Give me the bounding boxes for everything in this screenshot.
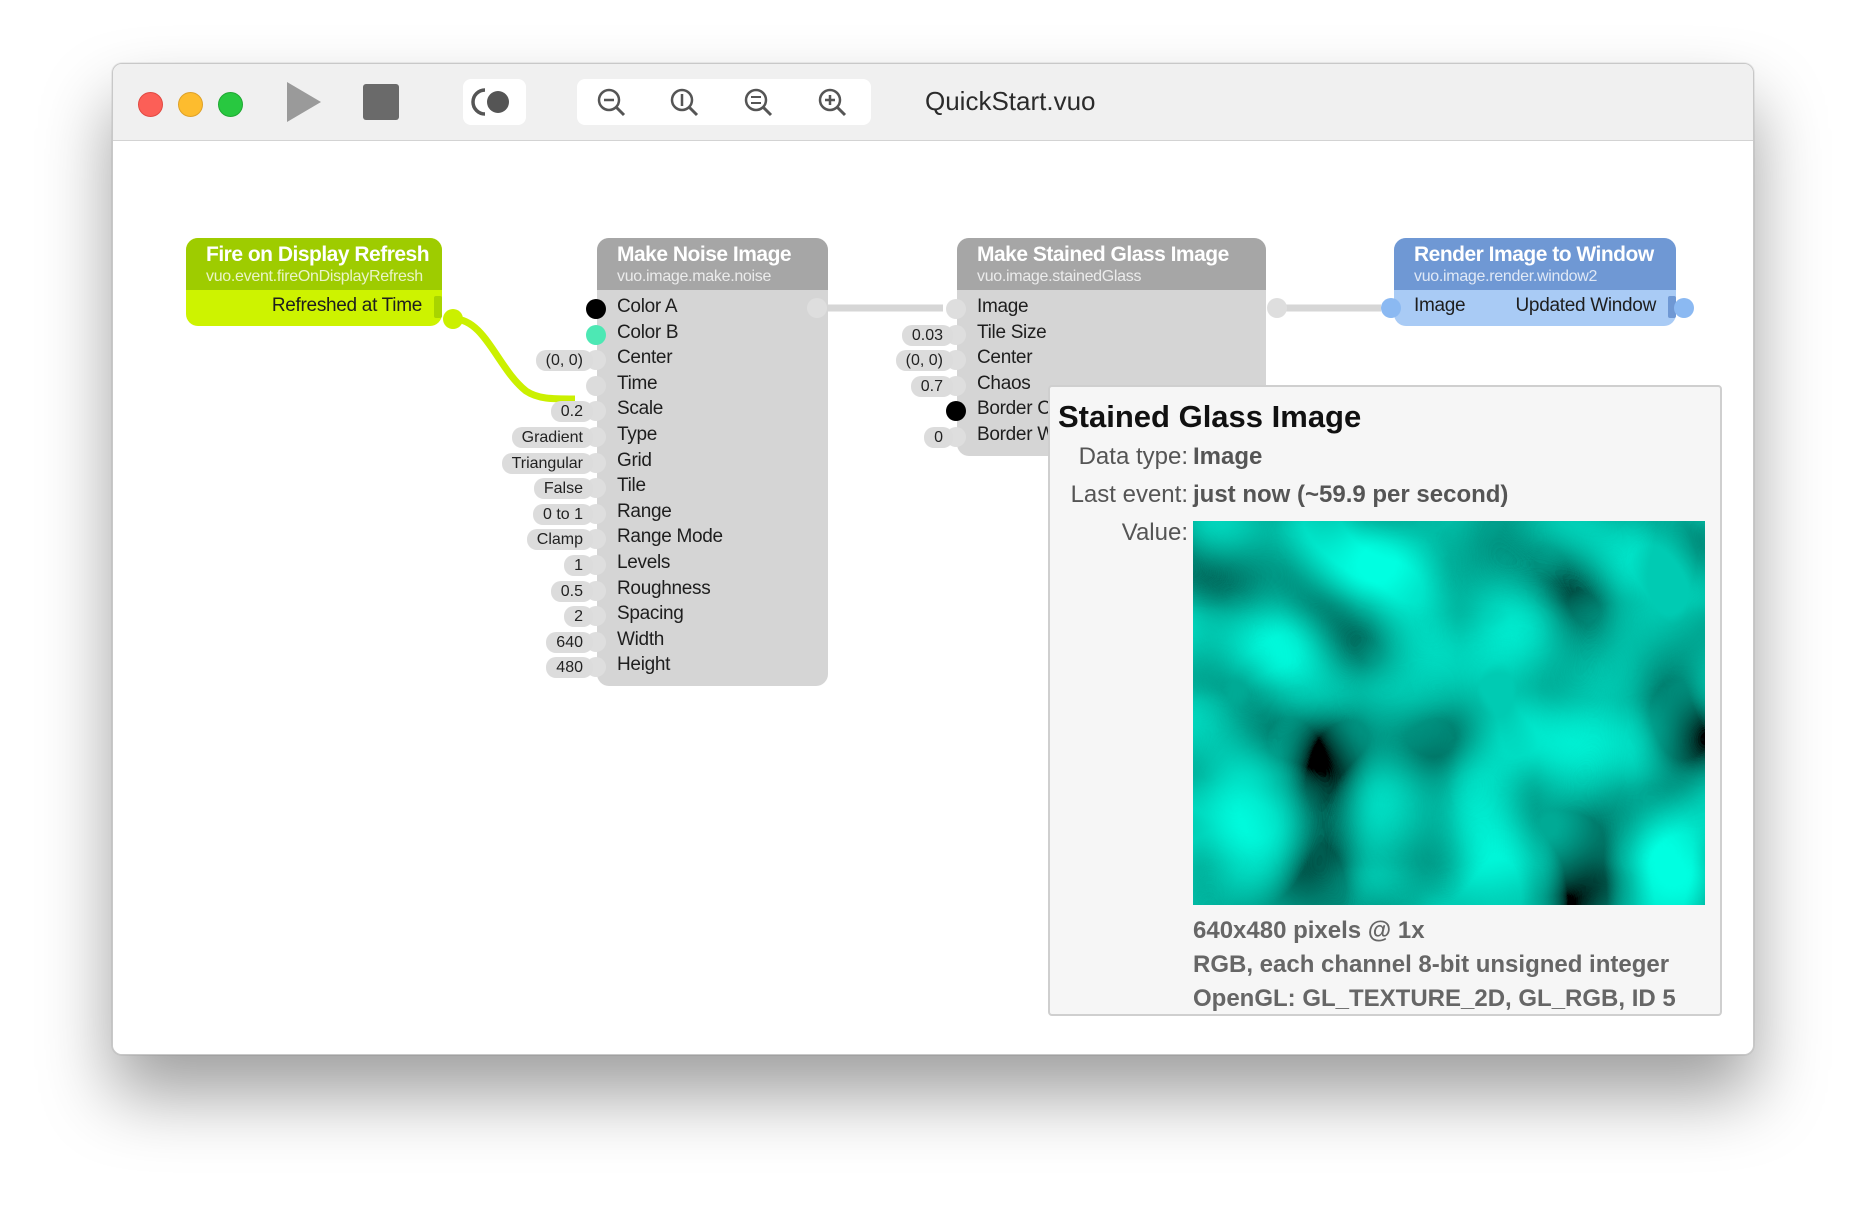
popover-title: Stained Glass Image — [1058, 399, 1362, 434]
node-header: Render Image to Window vuo.image.render.… — [1394, 238, 1676, 290]
data-type-key: Data type: — [1078, 443, 1188, 470]
input-constant-value[interactable]: Clamp — [526, 529, 593, 551]
input-port-image[interactable] — [1381, 298, 1401, 318]
input-port[interactable] — [586, 375, 606, 396]
value-key: Value: — [1121, 519, 1188, 546]
input-port-label: Levels — [617, 552, 671, 573]
last-event-key: Last event: — [1070, 481, 1188, 508]
node-class-name: vuo.image.make.noise — [617, 268, 772, 285]
input-port-label: Tile — [617, 475, 646, 497]
node-fire-on-display-refresh[interactable]: Fire on Display Refresh vuo.event.fireOn… — [186, 238, 442, 326]
node-title: Make Stained Glass Image — [977, 243, 1229, 266]
input-port-label: Spacing — [617, 603, 684, 625]
editor-window: QuickStart.vuo Fire on Display Refresh v… — [112, 63, 1754, 1055]
node-class-name: vuo.image.stainedGlass — [977, 268, 1142, 285]
output-port-image[interactable] — [807, 298, 827, 318]
run-button[interactable] — [281, 80, 325, 124]
noise-image-preview — [1193, 521, 1705, 905]
input-port-label: Width — [617, 628, 665, 650]
input-constant-value[interactable]: False — [533, 478, 593, 500]
input-port-label: Center — [617, 347, 673, 369]
input-port-label: Roughness — [617, 577, 711, 599]
input-constant-value[interactable]: 2 — [564, 606, 593, 628]
input-constant-value[interactable]: 0.2 — [550, 401, 593, 423]
input-port-label: Tile Size — [977, 321, 1047, 343]
stop-icon — [363, 84, 399, 120]
input-constant-value[interactable]: 0.03 — [901, 324, 953, 346]
play-icon — [287, 82, 321, 122]
node-render-image-to-window[interactable]: Render Image to Window vuo.image.render.… — [1394, 238, 1676, 326]
close-window-button[interactable] — [138, 92, 163, 117]
input-port-label: Color B — [617, 321, 679, 343]
input-constant-value[interactable]: 640 — [546, 631, 593, 653]
opengl-info: OpenGL: GL_TEXTURE_2D, GL_RGB, ID 5 — [1193, 985, 1676, 1012]
input-port-label: Center — [977, 347, 1033, 369]
input-port-label: Height — [617, 654, 671, 676]
input-port[interactable] — [586, 324, 606, 345]
input-constant-value[interactable]: 0.7 — [910, 375, 953, 397]
input-constant-value[interactable]: Gradient — [511, 427, 593, 448]
node-title: Make Noise Image — [617, 243, 792, 266]
port-popover: Stained Glass Image Data type: Image Las… — [1048, 385, 1722, 1016]
last-event-value: just now (~59.9 per second) — [1193, 481, 1509, 508]
output-port-label: Updated Window — [1515, 295, 1657, 316]
output-port-refreshed-at-time[interactable] — [443, 309, 463, 329]
node-title: Render Image to Window — [1414, 243, 1654, 266]
input-port-label: Chaos — [977, 372, 1031, 394]
minimize-window-button[interactable] — [178, 92, 203, 117]
image-size-info: 640x480 pixels @ 1x — [1193, 917, 1425, 944]
node-header: Fire on Display Refresh vuo.event.fireOn… — [186, 238, 442, 290]
input-port-label: Type — [617, 424, 657, 445]
zoom-window-button[interactable] — [218, 92, 243, 117]
input-constant-value[interactable]: (0, 0) — [535, 350, 593, 372]
show-events-icon — [471, 88, 509, 116]
input-constant-value[interactable]: 0.5 — [550, 580, 593, 602]
zoom-controls — [577, 79, 871, 125]
input-constant-value[interactable]: 480 — [546, 657, 593, 679]
composition-canvas[interactable]: Fire on Display Refresh vuo.event.fireOn… — [113, 141, 1753, 1054]
input-port-label: Scale — [617, 398, 664, 420]
stop-button[interactable] — [361, 82, 401, 122]
input-constant-value[interactable]: 0 — [924, 427, 953, 448]
node-class-name: vuo.image.render.window2 — [1414, 268, 1598, 285]
input-constant-value[interactable]: 1 — [564, 555, 593, 576]
zoom-actual-size-icon[interactable] — [668, 86, 700, 118]
input-port-label: Image — [1414, 295, 1466, 316]
node-title: Fire on Display Refresh — [206, 243, 430, 266]
input-port[interactable] — [586, 299, 606, 319]
node-header: Make Noise Image vuo.image.make.noise — [597, 238, 828, 290]
toolbar: QuickStart.vuo — [113, 64, 1753, 141]
output-port-updated-window[interactable] — [1674, 298, 1694, 318]
node-class-name: vuo.event.fireOnDisplayRefresh — [206, 268, 423, 285]
input-port[interactable] — [946, 299, 966, 319]
data-type-value: Image — [1193, 443, 1263, 470]
node-header: Make Stained Glass Image vuo.image.stain… — [957, 238, 1266, 290]
input-port-label: Color A — [617, 296, 678, 317]
show-events-button[interactable] — [463, 79, 526, 125]
window-title: QuickStart.vuo — [925, 86, 1096, 116]
trigger-port-marker — [434, 296, 442, 318]
output-port-label: Refreshed at Time — [271, 295, 422, 316]
zoom-to-fit-icon[interactable] — [742, 86, 774, 118]
input-port-label: Range — [617, 500, 672, 522]
zoom-in-icon[interactable] — [816, 86, 848, 118]
input-port-label: Range Mode — [617, 526, 723, 548]
input-constant-value[interactable]: Triangular — [501, 452, 593, 474]
input-port[interactable] — [946, 401, 966, 422]
input-constant-value[interactable]: (0, 0) — [895, 350, 953, 372]
input-port-label: Grid — [617, 449, 652, 471]
zoom-out-icon[interactable] — [595, 86, 627, 118]
image-format-info: RGB, each channel 8-bit unsigned integer — [1193, 951, 1670, 978]
input-port-label: Border W — [977, 424, 1055, 445]
output-port-stained-glass-image[interactable] — [1267, 298, 1287, 318]
node-make-noise-image[interactable]: Make Noise Image vuo.image.make.noise Co… — [501, 238, 828, 686]
input-port-label: Image — [977, 296, 1029, 317]
input-constant-value[interactable]: 0 to 1 — [532, 503, 593, 525]
input-port-label: Time — [617, 372, 658, 394]
